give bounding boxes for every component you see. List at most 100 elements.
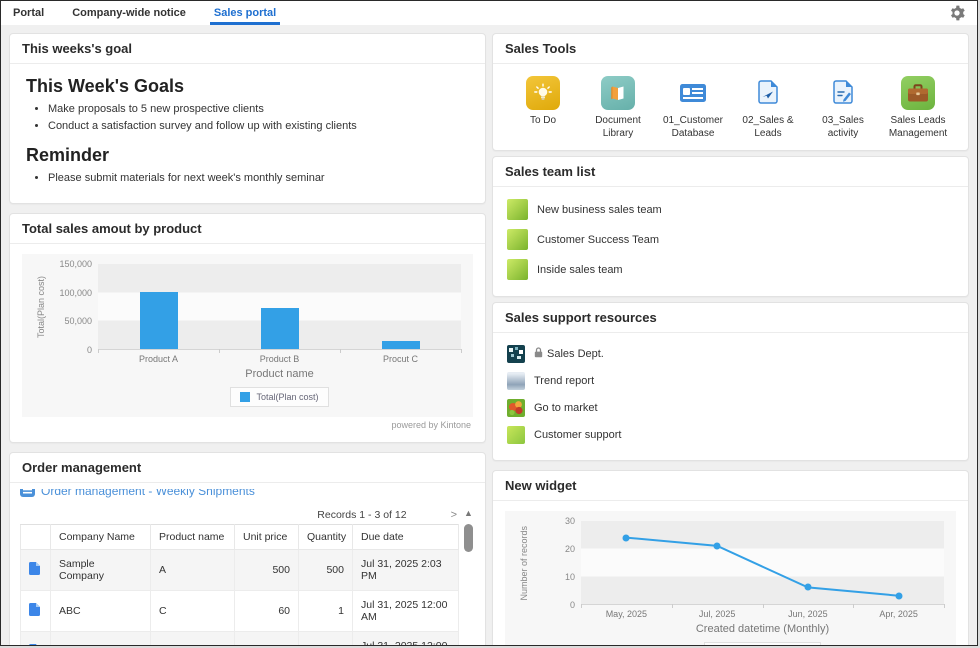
resource-label: Go to market — [534, 402, 598, 414]
support-thumbnail-icon — [507, 426, 525, 444]
table-row[interactable]: 123 Warehousing B 100 50 Jul 31, 2025 12… — [21, 632, 459, 646]
portal-tab-bar: Portal Company-wide notice Sales portal — [1, 1, 977, 25]
cell-quantity: 1 — [299, 591, 353, 632]
bar-Product A — [140, 292, 178, 349]
data-point-May, 2025 — [623, 534, 630, 541]
app-shortcut-customer-database[interactable]: 01_Customer Database — [657, 76, 729, 140]
app-shortcut-document-library[interactable]: Document Library — [582, 76, 654, 140]
orders-header-row: Company Name Product name Unit price Qua… — [21, 525, 459, 550]
team-space-icon — [507, 259, 528, 280]
team-link-customer-success[interactable]: Customer Success Team — [507, 229, 954, 250]
cell-product: B — [151, 632, 235, 646]
team-space-icon — [507, 199, 528, 220]
app-shortcut-sales-activity[interactable]: 03_Sales activity — [807, 76, 879, 140]
records-count: Records 1 - 3 of 12 — [317, 509, 406, 521]
tab-company-wide-notice[interactable]: Company-wide notice — [72, 1, 186, 25]
app-shortcut-label: 03_Sales activity — [807, 115, 879, 140]
team-label: New business sales team — [537, 204, 662, 216]
cell-product: C — [151, 591, 235, 632]
right-column: Sales Tools To Do Document Library — [492, 33, 969, 646]
lightbulb-icon — [526, 76, 560, 110]
col-due-date: Due date — [353, 525, 459, 550]
settings-gear-icon[interactable] — [949, 5, 965, 21]
table-row[interactable]: ABC C 60 1 Jul 31, 2025 12:00 AM — [21, 591, 459, 632]
reminder-item: Please submit materials for next week's … — [48, 170, 469, 187]
cell-unit-price: 100 — [235, 632, 299, 646]
cell-company: Sample Company — [51, 550, 151, 591]
team-link-new-business[interactable]: New business sales team — [507, 199, 954, 220]
resource-link-go-to-market[interactable]: Go to market — [507, 399, 954, 417]
cell-due-date: Jul 31, 2025 2:03 PM — [353, 550, 459, 591]
lock-icon — [534, 345, 543, 363]
powered-by-kintone: powered by Kintone — [22, 417, 473, 436]
col-product-name: Product name — [151, 525, 235, 550]
chart-legend: Total(Plan cost) — [230, 387, 328, 407]
cell-company: 123 Warehousing — [51, 632, 151, 646]
sales-team-list-title: Sales team list — [493, 157, 968, 187]
bar-Product B — [261, 308, 299, 349]
orders-table: Company Name Product name Unit price Qua… — [20, 524, 459, 646]
goals-heading: This Week's Goals — [26, 76, 469, 97]
document-plane-icon — [751, 76, 785, 110]
tab-sales-portal[interactable]: Sales portal — [214, 1, 276, 25]
bar-Procut C — [382, 341, 420, 349]
app-shortcut-sales-leads[interactable]: 02_Sales & Leads — [732, 76, 804, 140]
scroll-up-icon[interactable]: ▲ — [464, 508, 473, 518]
vertical-scrollbar[interactable]: ▲ ▼ — [462, 506, 475, 646]
weekly-goal-card-title: This weeks's goal — [10, 34, 485, 64]
reminder-heading: Reminder — [26, 145, 469, 166]
resource-link-customer-support[interactable]: Customer support — [507, 426, 954, 444]
team-label: Inside sales team — [537, 264, 623, 276]
order-app-link-clipped: Order management - Weekly Shipments — [20, 489, 475, 502]
sales-tools-card: Sales Tools To Do Document Library — [492, 33, 969, 151]
resource-label: Sales Dept. — [547, 348, 604, 360]
cell-quantity: 500 — [299, 550, 353, 591]
app-icon — [20, 489, 35, 500]
goals-list: Make proposals to 5 new prospective clie… — [48, 101, 469, 135]
col-quantity: Quantity — [299, 525, 353, 550]
order-app-link[interactable]: Order management - Weekly Shipments — [20, 489, 475, 500]
goal-item: Make proposals to 5 new prospective clie… — [48, 101, 469, 118]
folder-icon — [601, 76, 635, 110]
records-pagination-top: Records 1 - 3 of 12 > — [20, 506, 459, 524]
sales-by-product-card: Total sales amout by product Total(Plan … — [9, 213, 486, 443]
record-page-icon[interactable] — [29, 644, 40, 646]
weekly-goal-card: This weeks's goal This Week's Goals Make… — [9, 33, 486, 204]
reminder-list: Please submit materials for next week's … — [48, 170, 469, 187]
org-mosaic-icon — [507, 345, 525, 363]
team-space-icon — [507, 229, 528, 250]
app-shortcut-sales-leads-management[interactable]: Sales Leads Management — [882, 76, 954, 140]
record-page-icon[interactable] — [29, 562, 40, 578]
col-unit-price: Unit price — [235, 525, 299, 550]
team-label: Customer Success Team — [537, 234, 659, 246]
next-page-chevron-icon[interactable]: > — [451, 509, 457, 521]
market-thumbnail-icon — [507, 399, 525, 417]
line-chart: Number of records3020100May, 2025Jul, 20… — [505, 511, 956, 646]
cell-due-date: Jul 31, 2025 12:00 AM — [353, 632, 459, 646]
team-link-inside-sales[interactable]: Inside sales team — [507, 259, 954, 280]
resource-link-sales-dept[interactable]: Sales Dept. — [507, 345, 954, 363]
data-point-Jun, 2025 — [804, 584, 811, 591]
vertical-scroll-thumb[interactable] — [464, 524, 473, 552]
kintone-portal-window: Portal Company-wide notice Sales portal … — [0, 0, 978, 646]
sales-support-resources-card: Sales support resources Sales Dept. Tren… — [492, 302, 969, 461]
tab-portal[interactable]: Portal — [13, 1, 44, 25]
app-shortcut-label: Document Library — [582, 115, 654, 140]
cell-due-date: Jul 31, 2025 12:00 AM — [353, 591, 459, 632]
cell-product: A — [151, 550, 235, 591]
trend-thumbnail-icon — [507, 372, 525, 390]
cell-unit-price: 500 — [235, 550, 299, 591]
new-widget-card-title: New widget — [493, 471, 968, 501]
document-pencil-icon — [826, 76, 860, 110]
cell-company: ABC — [51, 591, 151, 632]
data-point-Apr, 2025 — [895, 592, 902, 599]
app-shortcut-label: 02_Sales & Leads — [732, 115, 804, 140]
left-column: This weeks's goal This Week's Goals Make… — [9, 33, 486, 646]
record-page-icon[interactable] — [29, 603, 40, 619]
resource-link-trend-report[interactable]: Trend report — [507, 372, 954, 390]
table-row[interactable]: Sample Company A 500 500 Jul 31, 2025 2:… — [21, 550, 459, 591]
cell-quantity: 50 — [299, 632, 353, 646]
order-app-link-label[interactable]: Order management - Weekly Shipments — [41, 489, 255, 498]
app-shortcut-todo[interactable]: To Do — [507, 76, 579, 140]
order-management-card-title: Order management — [10, 453, 485, 483]
